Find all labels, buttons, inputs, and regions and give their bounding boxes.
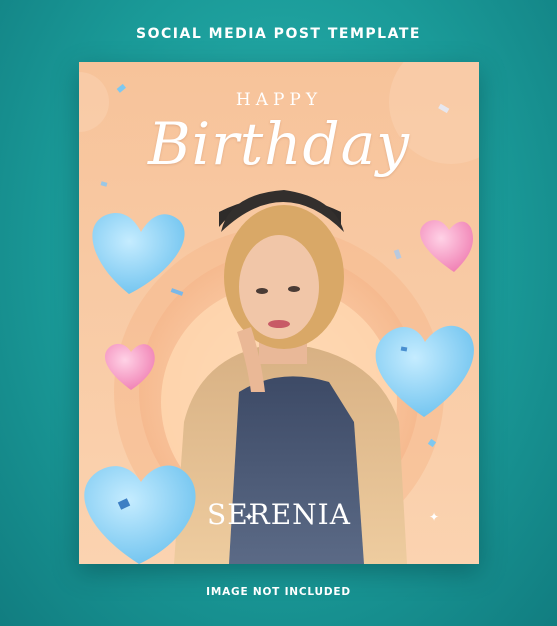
confetti — [100, 181, 108, 187]
template-title: SOCIAL MEDIA POST TEMPLATE — [136, 26, 421, 42]
celebrant-name: SERENIA — [207, 498, 351, 531]
heart-pink-right — [420, 220, 474, 272]
image-disclaimer: IMAGE NOT INCLUDED — [206, 586, 351, 598]
confetti — [393, 249, 402, 260]
birthday-script-heading: Birthday — [147, 110, 411, 178]
birthday-post-card: HAPPY Birthday ✦ ✦ SERENIA — [79, 62, 479, 564]
happy-heading: HAPPY — [235, 90, 323, 110]
